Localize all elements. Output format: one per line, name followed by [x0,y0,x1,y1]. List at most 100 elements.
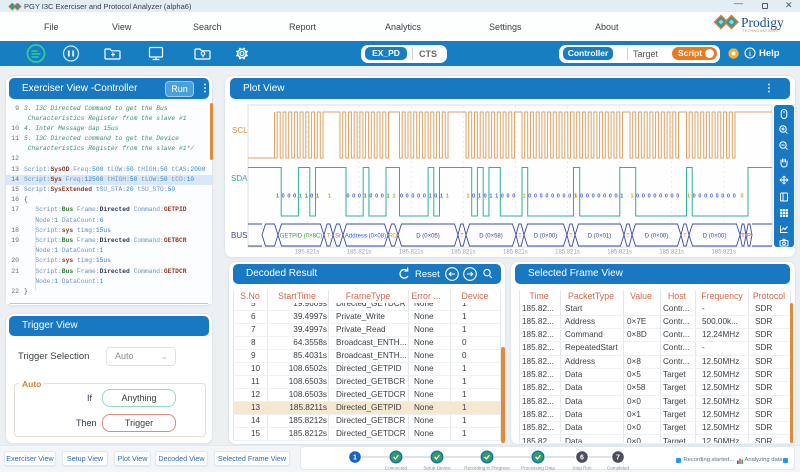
svg-text:1: 1 [364,194,367,200]
svg-text:185.821s: 185.821s [347,250,372,256]
svg-text:D (0×00): D (0×00) [703,234,727,240]
svg-text:Connected: Connected [385,466,408,471]
svg-text:1: 1 [446,194,449,200]
svg-text:0: 0 [609,194,612,200]
svg-text:1: 1 [328,194,331,200]
svg-text:0: 0 [417,194,420,200]
svg-text:1: 1 [489,194,492,200]
svg-text:Sr: Sr [335,234,341,240]
svg-text:1: 1 [429,194,432,200]
svg-text:GETPID (0×8C): GETPID (0×8C) [280,234,323,240]
svg-text:T: T [626,234,630,240]
svg-text:0: 0 [551,194,554,200]
svg-text:0: 0 [406,194,409,200]
svg-text:0: 0 [648,194,651,200]
svg-text:0: 0 [614,194,617,200]
svg-text:D (0×00): D (0×00) [645,234,669,240]
svg-text:185.821s: 185.821s [711,250,736,256]
svg-text:1: 1 [440,194,443,200]
svg-text:D (0×00): D (0×00) [534,234,558,240]
svg-text:185.821s: 185.821s [503,250,528,256]
svg-text:1: 1 [276,194,279,200]
svg-text:RD: RD [389,234,398,240]
svg-text:0: 0 [534,194,537,200]
svg-text:0: 0 [597,194,600,200]
svg-text:185.821s: 185.821s [451,250,476,256]
svg-text:185.821s: 185.821s [399,250,424,256]
svg-text:Recording in Progress: Recording in Progress [464,466,510,471]
svg-text:D (0×01): D (0×01) [588,234,612,240]
svg-text:0: 0 [381,194,384,200]
svg-text:0: 0 [653,194,656,200]
svg-text:1: 1 [316,194,319,200]
svg-text:0: 0 [721,194,724,200]
svg-text:0: 0 [352,194,355,200]
svg-text:0: 0 [287,194,290,200]
svg-text:0: 0 [501,194,504,200]
svg-text:0: 0 [704,194,707,200]
svg-text:Stop Run: Stop Run [572,466,592,471]
svg-text:i: i [749,49,752,58]
svg-text:1: 1 [466,194,469,200]
svg-text:0: 0 [642,194,645,200]
svg-text:Setup Device: Setup Device [423,466,451,471]
svg-text:0: 0 [293,194,296,200]
svg-text:0: 0 [740,194,743,200]
svg-text:Address (0×08): Address (0×08) [345,234,386,240]
svg-text:0: 0 [693,194,696,200]
svg-text:7: 7 [616,455,620,462]
svg-text:0: 0 [710,194,713,200]
svg-text:Processing Data: Processing Data [521,466,555,471]
svg-text:0: 0 [727,194,730,200]
svg-text:0: 0 [698,194,701,200]
svg-text:0: 0 [562,194,565,200]
svg-text:1: 1 [478,194,481,200]
svg-text:0: 0 [586,194,589,200]
svg-text:0: 0 [670,194,673,200]
svg-text:0: 0 [434,194,437,200]
svg-text:0: 0 [580,194,583,200]
svg-text:0: 0 [568,194,571,200]
svg-text:Completed: Completed [607,466,630,471]
svg-text:1: 1 [630,194,633,200]
svg-text:T: T [741,234,745,240]
svg-text:0: 0 [423,194,426,200]
svg-text:1: 1 [392,194,395,200]
svg-text:185.821s: 185.821s [607,250,632,256]
svg-text:0: 0 [557,194,560,200]
svg-text:0: 0 [310,194,313,200]
svg-text:D (0×58): D (0×58) [479,234,503,240]
svg-text:SCL: SCL [232,126,248,135]
svg-text:0: 0 [282,194,285,200]
svg-text:T: T [569,234,573,240]
svg-text:1: 1 [299,194,302,200]
svg-text:0: 0 [592,194,595,200]
svg-text:1: 1 [687,194,690,200]
svg-text:T: T [327,234,331,240]
svg-text:0: 0 [375,194,378,200]
svg-text:SDA: SDA [231,174,248,183]
svg-text:0: 0 [506,194,509,200]
svg-text:0: 0 [665,194,668,200]
svg-text:1: 1 [522,194,525,200]
svg-text:0: 0 [346,194,349,200]
svg-text:1: 1 [495,194,498,200]
svg-text:Prodigy: Prodigy [741,15,784,30]
svg-text:185.821s: 185.821s [295,250,320,256]
svg-text:T: T [518,234,522,240]
svg-text:1: 1 [386,194,389,200]
svg-text:185.821s: 185.821s [555,250,580,256]
svg-text:0: 0 [716,194,719,200]
svg-text:1: 1 [574,194,577,200]
svg-text:1: 1 [305,194,308,200]
svg-text:0: 0 [528,194,531,200]
svg-text:P: P [747,234,751,240]
svg-text:BUS: BUS [231,231,247,240]
svg-text:185.821s: 185.821s [659,250,684,256]
svg-text:0: 0 [540,194,543,200]
svg-text:0: 0 [676,194,679,200]
svg-text:0: 0 [733,194,736,200]
svg-text:T: T [460,234,464,240]
svg-text:0: 0 [512,194,515,200]
svg-text:0: 0 [636,194,639,200]
